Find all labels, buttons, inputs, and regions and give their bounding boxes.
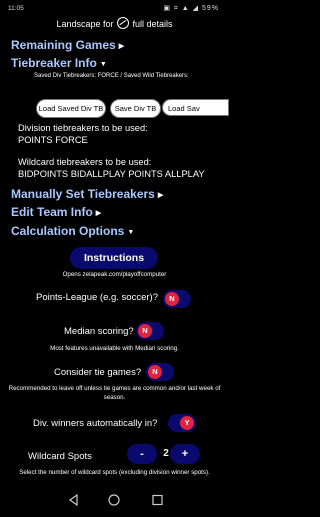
section-edit-team-info[interactable]: Edit Team Info ▶ [11,205,101,219]
median-scoring-toggle[interactable]: N [136,322,164,340]
points-league-label: Points-League (e.g. soccer)? [36,292,158,303]
points-league-toggle-knob: N [165,292,179,306]
tie-games-toggle[interactable]: N [146,363,174,381]
wildcard-increment-button[interactable]: + [170,444,200,464]
median-scoring-toggle-knob: N [138,324,152,338]
nav-icons [68,493,163,507]
status-bar: 11:05 ▣ ⌗ ▲ ◢ 59% [0,0,229,16]
recents-icon[interactable] [152,494,163,506]
landscape-banner: Landscape for full details [0,17,229,30]
triangle-down-icon: ▼ [127,229,135,236]
div-winners-label: Div. winners automatically in? [33,418,158,429]
system-nav-bar [0,488,229,512]
rotate-icon [117,17,129,29]
triangle-right-icon: ▶ [95,210,102,217]
home-icon[interactable] [108,494,120,506]
section-label: Edit Team Info [11,205,93,219]
instructions-note: Opens zelapeak.com/playoffcomputer [62,271,167,278]
wildcard-spots-label: Wildcard Spots [28,451,92,462]
tie-games-note: Recommended to leave off unless tie game… [8,385,221,401]
median-scoring-label: Median scoring? [64,326,134,337]
section-label: Tiebreaker Info [11,56,97,70]
section-remaining-games[interactable]: Remaining Games ▶ [11,38,124,52]
section-manually-set-tiebreakers[interactable]: Manually Set Tiebreakers ▶ [11,187,163,201]
wildcard-tiebreakers-heading: Wildcard tiebreakers to be used: [18,157,152,167]
median-note: Most features unavailable with Median sc… [50,345,179,352]
section-label: Remaining Games [11,38,116,52]
back-icon[interactable] [68,493,78,507]
triangle-right-icon: ▶ [118,43,125,50]
division-tiebreakers-heading: Division tiebreakers to be used: [18,123,148,133]
wildcard-decrement-button[interactable]: - [127,444,157,464]
division-tiebreakers-value: POINTS FORCE [18,135,88,145]
section-label: Manually Set Tiebreakers [11,187,155,201]
section-calculation-options[interactable]: Calculation Options ▼ [11,224,134,238]
triangle-down-icon: ▼ [99,61,107,68]
status-icons: ▣ ⌗ ▲ ◢ 59% [163,5,219,12]
section-tiebreaker-info[interactable]: Tiebreaker Info ▼ [11,56,107,70]
triangle-right-icon: ▶ [157,192,164,199]
status-time: 11:05 [8,5,24,12]
load-saved-wild-tb-button[interactable]: Load Sav [162,99,229,116]
banner-suffix: full details [132,19,173,29]
load-saved-div-tb-button[interactable]: Load Saved Div TB [36,99,106,118]
tie-games-label: Consider tie games? [54,367,142,378]
save-div-tb-button[interactable]: Save Div TB [110,99,161,118]
tie-games-toggle-knob: N [148,365,162,379]
div-winners-toggle[interactable]: Y [168,414,196,432]
wildcard-tiebreakers-value: BIDPOINTS BIDALLPLAY POINTS ALLPLAY [18,169,205,179]
section-label: Calculation Options [11,224,125,238]
div-winners-toggle-knob: Y [180,416,194,430]
instructions-button[interactable]: Instructions [70,247,158,269]
wildcard-note: Select the number of wildcard spots (exc… [19,469,210,476]
banner-prefix: Landscape for [56,19,114,29]
points-league-toggle[interactable]: N [163,290,191,308]
saved-tiebreakers-line: Saved Div Tiebreakers: FORCE / Saved Wil… [34,73,189,79]
